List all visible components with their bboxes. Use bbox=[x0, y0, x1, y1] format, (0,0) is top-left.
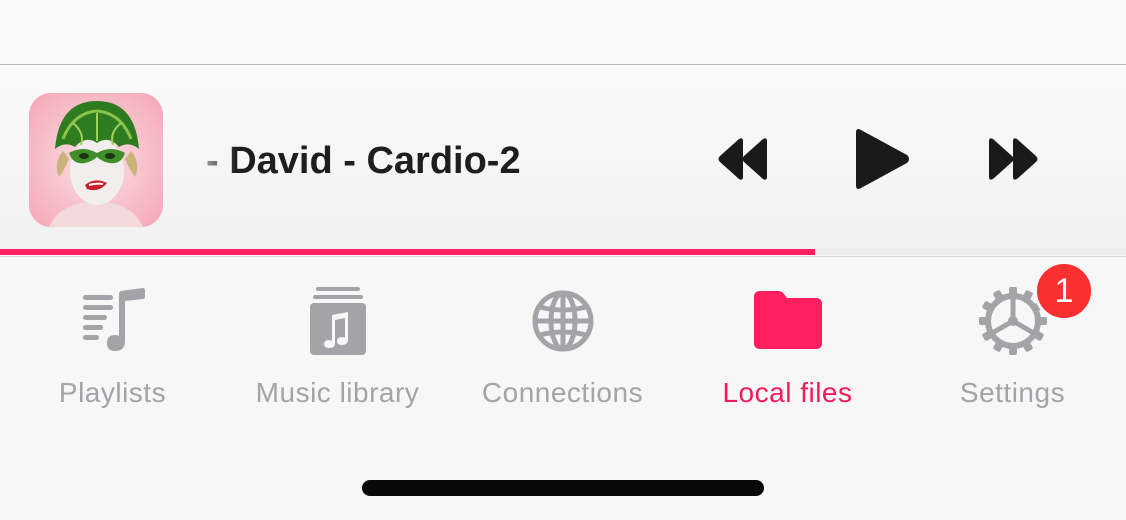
folder-icon bbox=[753, 291, 822, 349]
tab-connections[interactable]: Connections bbox=[450, 257, 675, 427]
fast-forward-button[interactable] bbox=[986, 127, 1040, 196]
now-playing-title[interactable]: - David - Cardio-2 bbox=[188, 139, 648, 183]
album-artwork[interactable] bbox=[29, 93, 163, 227]
tab-label: Settings bbox=[959, 377, 1066, 408]
settings-notification-badge: 1 bbox=[1034, 261, 1094, 321]
app-screen: - David - Cardio-2 Playlists Music libra… bbox=[0, 0, 1126, 520]
tab-playlists[interactable]: Playlists bbox=[0, 257, 225, 427]
now-playing-title-text: - David - Cardio-2 bbox=[206, 140, 521, 182]
home-indicator[interactable] bbox=[362, 480, 764, 496]
tab-label: Music library bbox=[255, 377, 420, 408]
mini-player[interactable]: - David - Cardio-2 bbox=[0, 65, 1126, 255]
playback-progress-bar[interactable] bbox=[0, 249, 1126, 255]
tab-label: Connections bbox=[481, 377, 644, 408]
tab-label: Playlists bbox=[58, 377, 167, 408]
rewind-button[interactable] bbox=[716, 127, 770, 196]
tab-label: Local files bbox=[722, 377, 853, 408]
fast-forward-icon bbox=[989, 138, 1038, 180]
music-library-icon bbox=[309, 287, 366, 355]
playback-progress-fill bbox=[0, 249, 816, 255]
tab-local-files[interactable]: Local files bbox=[675, 257, 900, 427]
rewind-icon bbox=[718, 138, 767, 180]
globe-icon bbox=[532, 290, 593, 352]
play-button[interactable] bbox=[852, 127, 912, 196]
tab-music-library[interactable]: Music library bbox=[225, 257, 450, 427]
play-icon bbox=[856, 129, 909, 189]
content-area-top bbox=[0, 0, 1126, 65]
playlists-icon bbox=[82, 288, 145, 351]
